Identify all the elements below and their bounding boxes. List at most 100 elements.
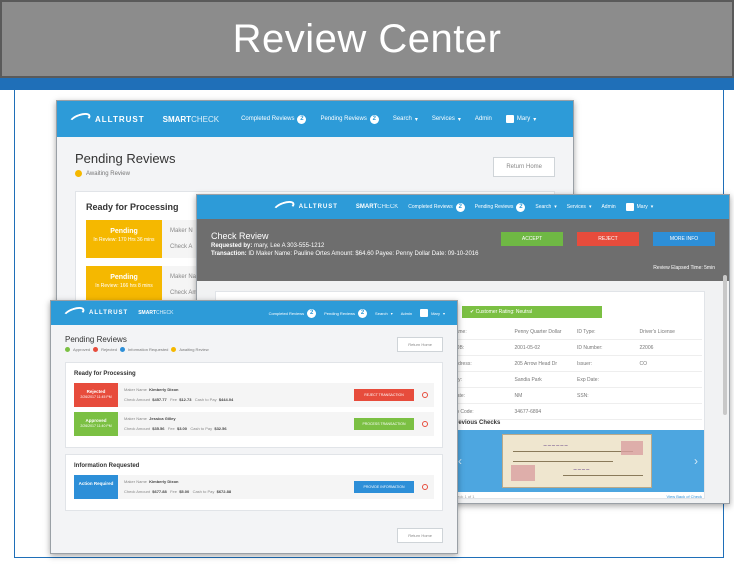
review-actions: ACCEPT REJECT MORE INFO	[501, 232, 715, 246]
nav-search[interactable]: Search ▾	[375, 311, 393, 316]
status-badge: Action Required	[74, 475, 118, 499]
chevron-down-icon: ▾	[442, 310, 445, 316]
table-row[interactable]: Rejected 2/26/2017 11:45 PM Maker Name Ki…	[74, 383, 434, 407]
chevron-down-icon: ▾	[457, 116, 461, 123]
nav-completed-reviews[interactable]: Completed Reviews 2	[269, 308, 317, 318]
close-icon[interactable]	[422, 421, 428, 427]
info-requested-panel: Information Requested Action Required Ma…	[65, 454, 443, 511]
alltrust-logo[interactable]: ALLTRUST	[67, 110, 145, 128]
table-row: Address: 205 Arrow Head Dr Issuer: CO	[452, 356, 702, 372]
reject-button[interactable]: REJECT	[577, 232, 639, 246]
elapsed-time: Review Elapsed Time: 5min	[653, 265, 715, 271]
close-icon[interactable]	[422, 484, 428, 490]
navbar: ALLTRUST SMARTCHECK Completed Reviews 2 P…	[51, 301, 457, 325]
navbar: ALLTRUST SMARTCHECK Completed Reviews 2 P…	[57, 101, 573, 137]
table-row: Zip Code: 34677-6894	[452, 404, 702, 420]
ready-panel: Ready for Processing Rejected 2/26/2017 1…	[65, 362, 443, 448]
process-transaction-button[interactable]: PROCESS TRANSACTION	[354, 418, 414, 430]
row-fields: Maker N Check A	[170, 228, 193, 250]
smartcheck-brand: SMARTCHECK	[138, 310, 174, 316]
previous-checks-carousel: ‹ ~~~~~~ ~~~~ ›	[452, 430, 704, 492]
info-requested-dot-icon	[119, 347, 125, 352]
chevron-down-icon: ▾	[650, 204, 654, 210]
screenshot-pending-reviews-front: ALLTRUST SMARTCHECK Completed Reviews 2 P…	[50, 300, 458, 554]
nav-completed-reviews[interactable]: Completed Reviews 2	[241, 114, 307, 124]
check-image: ~~~~~~ ~~~~	[502, 434, 652, 488]
page-header: Pending Reviews Awaiting Review Return H…	[57, 137, 573, 185]
transaction-summary: Transaction: ID Maker Name: Pauline Orte…	[211, 251, 479, 257]
return-home-button[interactable]: Return Home	[397, 337, 443, 352]
nav-services[interactable]: Services ▾	[432, 116, 461, 123]
title-divider	[0, 78, 734, 90]
customer-rating-badge: ✔ Customer Rating: Neutral	[462, 306, 602, 318]
panel-title: Information Requested	[74, 463, 140, 469]
legend: Approved Rejected Information Requested …	[65, 347, 443, 352]
nav-services[interactable]: Services ▾	[567, 204, 592, 210]
row-fields: Maker Name Jessica Gilley Check Amount $…	[124, 416, 227, 431]
table-row: Name: Penny Quarter Dollar ID Type: Driver'…	[452, 324, 702, 340]
nav-user-menu[interactable]: Mary ▾	[625, 203, 654, 211]
chevron-down-icon: ▾	[414, 116, 418, 123]
logo-swoosh-icon	[271, 198, 296, 216]
nav-admin[interactable]: Admin	[601, 204, 615, 210]
status-badge: Rejected 2/26/2017 11:45 PM	[74, 383, 118, 407]
row-fields: Maker Na Check Am	[170, 274, 198, 296]
rejected-dot-icon	[93, 347, 99, 352]
nav-user-menu[interactable]: Mary ▾	[420, 309, 445, 317]
slide-title-bar: Review Center	[0, 0, 734, 78]
table-row[interactable]: Action Required Maker Name Kimberly Dixo…	[74, 475, 434, 499]
reject-transaction-button[interactable]: REJECT TRANSACTION	[354, 389, 414, 401]
status-badge: Approved 2/26/2017 11:40 PM	[74, 412, 118, 436]
nav-pending-reviews[interactable]: Pending Reviews 2	[320, 114, 379, 124]
chevron-down-icon: ▾	[588, 204, 592, 210]
more-info-button[interactable]: MORE INFO	[653, 232, 715, 246]
status-badge: Pending In Review: 170 Hrs 36 mins	[86, 220, 162, 258]
previous-checks-title: Previous Checks	[452, 420, 501, 426]
slide-title: Review Center	[232, 16, 502, 61]
table-row: State: NM SSN:	[452, 388, 702, 404]
customer-info-table: Name: Penny Quarter Dollar ID Type: Driver'…	[452, 324, 702, 420]
user-icon	[420, 309, 429, 317]
scrollbar[interactable]	[723, 275, 727, 415]
logo-swoosh-icon	[67, 110, 93, 128]
nav-search[interactable]: Search ▾	[535, 204, 556, 210]
view-back-link[interactable]: View Back of Check	[667, 494, 703, 499]
approved-dot-icon	[65, 347, 70, 352]
nav-search[interactable]: Search ▾	[393, 116, 418, 123]
alltrust-logo[interactable]: ALLTRUST	[61, 304, 128, 322]
awaiting-dot-icon	[171, 347, 177, 352]
return-home-button[interactable]: Return Home	[493, 157, 555, 177]
page-title: Pending Reviews	[75, 151, 176, 166]
chevron-left-icon[interactable]: ‹	[458, 454, 462, 468]
logo-swoosh-icon	[61, 304, 87, 322]
smartcheck-brand: SMARTCHECK	[162, 114, 220, 124]
legend: Awaiting Review	[75, 170, 555, 177]
panel-title: Ready for Processing	[74, 371, 136, 377]
chevron-right-icon[interactable]: ›	[694, 454, 698, 468]
chevron-down-icon: ▾	[554, 204, 557, 210]
table-row[interactable]: Approved 2/26/2017 11:40 PM Maker Name Je…	[74, 412, 434, 436]
alltrust-logo[interactable]: ALLTRUST	[271, 198, 338, 216]
user-icon	[625, 203, 634, 211]
carousel-footer: Check 1 of 1 View Back of Check	[452, 494, 702, 499]
row-fields: Maker Name Kimberly Dixon Check Amount $…	[124, 387, 234, 402]
nav-admin[interactable]: Admin	[401, 311, 412, 316]
provide-information-button[interactable]: PROVIDE INFORMATION	[354, 481, 414, 493]
return-home-button-bottom[interactable]: Return Home	[397, 528, 443, 543]
navbar: ALLTRUST SMARTCHECK Completed Reviews 2 P…	[197, 195, 729, 219]
nav-user-menu[interactable]: Mary ▾	[505, 115, 536, 123]
nav-admin[interactable]: Admin	[475, 116, 492, 122]
smartcheck-brand: SMARTCHECK	[355, 204, 399, 210]
table-row: City:Sandia ParkExp Date:	[452, 372, 702, 388]
user-icon	[505, 115, 514, 123]
nav-pending-reviews[interactable]: Pending Reviews 2	[324, 308, 368, 318]
row-fields: Maker Name Kimberly Dixon Check Amount $…	[124, 479, 232, 494]
table-row: DOB: 2001-05-02 ID Number: 22006	[452, 340, 702, 356]
nav-completed-reviews[interactable]: Completed Reviews 2	[408, 202, 465, 212]
close-icon[interactable]	[422, 392, 428, 398]
nav-pending-reviews[interactable]: Pending Reviews 2	[475, 202, 526, 212]
page-header: Pending Reviews Approved Rejected Inform…	[51, 325, 457, 356]
page-title: Pending Reviews	[65, 335, 127, 344]
chevron-down-icon: ▾	[390, 310, 393, 316]
accept-button[interactable]: ACCEPT	[501, 232, 563, 246]
